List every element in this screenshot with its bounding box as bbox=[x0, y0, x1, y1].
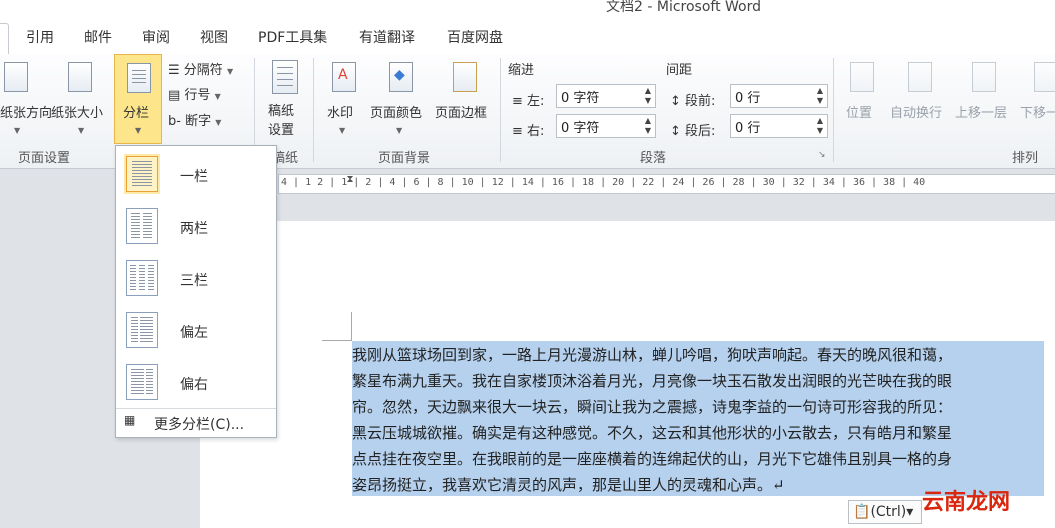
indent-right-label: ≡ 右: bbox=[512, 124, 545, 139]
separator bbox=[500, 58, 501, 162]
site-watermark: 云南龙网 bbox=[922, 490, 1011, 515]
document-line[interactable]: 黑云压城城欲摧。确实是有这种感觉。不久，这云和其他形状的小云散去，只有皓月和繁星 bbox=[352, 422, 952, 443]
more-columns-icon: ▦ bbox=[124, 413, 136, 427]
document-line[interactable]: 我刚从篮球场回到家，一路上月光漫游山林，蝉儿吟唱，狗吠声响起。春天的晚风很和蔼， bbox=[352, 344, 952, 365]
indent-right-icon: ≡ bbox=[512, 124, 528, 139]
breaks-button[interactable]: ☰ 分隔符 ▼ bbox=[168, 59, 233, 78]
margin-corner bbox=[351, 312, 352, 340]
paragraph-dialog-launcher-icon[interactable]: ↘ bbox=[818, 150, 826, 160]
indent-marker-icon[interactable]: ⧗ bbox=[345, 174, 355, 196]
spacing-before-icon: ↕ bbox=[670, 94, 686, 109]
document-line[interactable]: 点点挂在夜空里。在我眼前的是一座座横着的连绵起伏的山，月光下它雄伟且别具一格的身 bbox=[352, 448, 952, 469]
separator bbox=[833, 58, 834, 162]
paragraph-group-label: 段落 bbox=[640, 151, 667, 166]
hyphenation-icon: b- bbox=[168, 114, 186, 129]
right-column-icon bbox=[126, 364, 158, 400]
more-columns-option[interactable]: ▦ 更多分栏(C)... bbox=[116, 410, 276, 436]
two-columns-icon bbox=[126, 208, 158, 244]
paper-size-button[interactable]: 纸张大小 bbox=[51, 102, 103, 121]
margin-corner bbox=[322, 340, 352, 341]
menu-divider bbox=[116, 408, 276, 409]
position-icon bbox=[850, 62, 874, 92]
send-backward-button[interactable]: 下移一 bbox=[1020, 102, 1055, 121]
wrap-text-button[interactable]: 自动换行 bbox=[890, 102, 942, 121]
hyphenation-button[interactable]: b- 断字 ▼ bbox=[168, 110, 221, 129]
manuscript-icon bbox=[272, 60, 298, 94]
tab-youdao-translate[interactable]: 有道翻译 bbox=[359, 27, 415, 47]
orientation-icon bbox=[4, 62, 28, 92]
separator bbox=[313, 58, 314, 162]
columns-label: 分栏 bbox=[123, 106, 150, 121]
page-color-button[interactable]: 页面颜色 bbox=[370, 102, 422, 121]
send-backward-icon bbox=[1034, 62, 1055, 92]
tab-view[interactable]: 视图 bbox=[200, 27, 228, 47]
columns-option-left[interactable]: 偏左 bbox=[116, 304, 276, 356]
spacing-after-label: ↕ 段后: bbox=[670, 124, 716, 139]
three-columns-icon bbox=[126, 260, 158, 296]
tab-review[interactable]: 审阅 bbox=[142, 27, 170, 47]
columns-button[interactable]: 分栏 ▼ bbox=[114, 54, 162, 144]
clipboard-icon: 📋 bbox=[853, 504, 871, 520]
columns-dropdown-menu: 一栏 两栏 三栏 偏左 偏右 ▦ 更多分栏(C)... bbox=[115, 145, 277, 438]
manuscript-button[interactable]: 稿纸设置 bbox=[268, 102, 300, 140]
orientation-button[interactable]: 纸张方向 bbox=[0, 102, 52, 121]
line-numbers-button[interactable]: ▤ 行号 ▼ bbox=[168, 84, 221, 103]
window-title: 文档2 - Microsoft Word bbox=[606, 0, 762, 15]
page-border-icon bbox=[453, 62, 477, 92]
ruler-ticks: 4 | 1 2 | 1 | 2 | 4 | 6 | 8 | 10 | 12 | … bbox=[281, 177, 926, 188]
page-border-button[interactable]: 页面边框 bbox=[435, 102, 487, 121]
indent-left-label: ≡ 左: bbox=[512, 94, 545, 109]
columns-option-three[interactable]: 三栏 bbox=[116, 252, 276, 304]
document-line[interactable]: 姿昂扬挺立，我喜欢它清灵的风声，那是山里人的灵魂和心声。↵ bbox=[352, 474, 785, 495]
position-button[interactable]: 位置 bbox=[846, 102, 872, 121]
tab-pdf-tools[interactable]: PDF工具集 bbox=[258, 27, 327, 47]
line-numbers-icon: ▤ bbox=[168, 88, 185, 103]
page-background-group-label: 页面背景 bbox=[378, 151, 431, 166]
ribbon-tabs: 引用 邮件 审阅 视图 PDF工具集 有道翻译 百度网盘 bbox=[0, 18, 1055, 56]
spacing-before-input[interactable]: 0 行 ▲ ▼ bbox=[730, 84, 828, 108]
wrap-text-icon bbox=[908, 62, 932, 92]
spacing-title: 间距 bbox=[666, 63, 693, 78]
indent-left-icon: ≡ bbox=[512, 94, 528, 109]
watermark-button[interactable]: 水印 bbox=[327, 102, 353, 121]
bring-forward-icon bbox=[972, 62, 996, 92]
paper-size-icon bbox=[68, 62, 92, 92]
title-bar: 文档2 - Microsoft Word bbox=[0, 0, 1055, 18]
arrange-group-label: 排列 bbox=[1012, 151, 1039, 166]
tab-references[interactable]: 引用 bbox=[26, 27, 54, 47]
watermark-icon: A bbox=[332, 62, 356, 92]
page-setup-group-label: 页面设置 bbox=[18, 151, 71, 166]
left-column-icon bbox=[126, 312, 158, 348]
columns-option-one[interactable]: 一栏 bbox=[116, 148, 276, 200]
columns-option-right[interactable]: 偏右 bbox=[116, 356, 276, 408]
document-line[interactable]: 繁星布满九重天。我在自家楼顶沐浴着月光，月亮像一块玉石散发出润眼的光芒映在我的眼 bbox=[352, 370, 952, 391]
tab-baidu-netdisk[interactable]: 百度网盘 bbox=[447, 27, 503, 47]
document-line[interactable]: 帘。忽然，天边飘来很大一块云，瞬间让我为之震撼，诗鬼李益的一句诗可形容我的所见： bbox=[352, 396, 952, 417]
bring-forward-button[interactable]: 上移一层 bbox=[955, 102, 1007, 121]
tab-mailings[interactable]: 邮件 bbox=[84, 27, 112, 47]
indent-title: 缩进 bbox=[508, 63, 535, 78]
columns-icon bbox=[127, 63, 151, 93]
page-color-icon: ◆ bbox=[389, 62, 413, 92]
indent-left-input[interactable]: 0 字符 ▲ ▼ bbox=[556, 84, 656, 108]
spacing-after-input[interactable]: 0 行 ▲ ▼ bbox=[730, 114, 828, 138]
horizontal-ruler[interactable]: 4 | 1 2 | 1 | 2 | 4 | 6 | 8 | 10 | 12 | … bbox=[278, 174, 1055, 194]
indent-right-input[interactable]: 0 字符 ▲ ▼ bbox=[556, 114, 656, 138]
one-column-icon bbox=[126, 156, 158, 192]
spacing-after-icon: ↕ bbox=[670, 124, 686, 139]
columns-option-two[interactable]: 两栏 bbox=[116, 200, 276, 252]
spacing-before-label: ↕ 段前: bbox=[670, 94, 716, 109]
paste-options-button[interactable]: 📋(Ctrl)▾ bbox=[848, 500, 922, 524]
breaks-icon: ☰ bbox=[168, 63, 184, 78]
active-tab-edge bbox=[0, 23, 9, 56]
